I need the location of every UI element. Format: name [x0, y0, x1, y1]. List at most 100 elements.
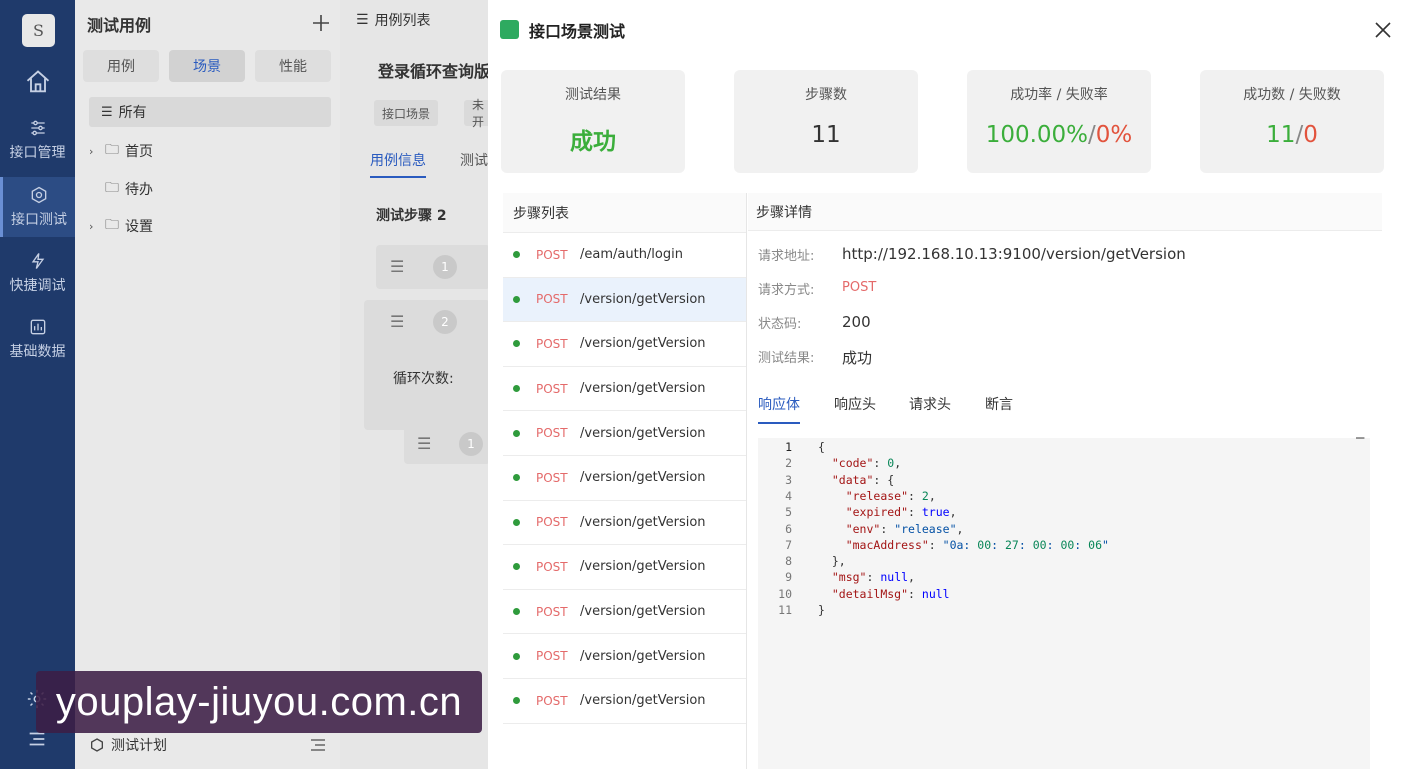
step-number: 1	[459, 432, 483, 456]
home-icon[interactable]	[24, 68, 52, 96]
hexagon-icon	[31, 186, 47, 204]
list-icon: ☰	[101, 104, 113, 120]
status-dot	[513, 608, 520, 616]
code-line: {	[818, 440, 825, 454]
step-method: POST	[536, 559, 568, 574]
test-result: 成功	[842, 349, 873, 367]
status-label: 状态码:	[758, 317, 802, 332]
tree-node-label: 设置	[125, 219, 153, 235]
chevron-right-icon[interactable]: ›	[89, 145, 99, 158]
step-row[interactable]: POST/version/getVersion	[503, 367, 746, 412]
line-number: 2	[785, 456, 792, 471]
step-row[interactable]: POST/version/getVersion	[503, 411, 746, 456]
step-method: POST	[536, 604, 568, 619]
code-line: "data": {	[831, 472, 895, 487]
segment-scenes[interactable]: 场景	[169, 50, 245, 82]
close-icon[interactable]	[1374, 21, 1392, 39]
success-count: 11	[1266, 122, 1296, 148]
drag-handle-icon[interactable]: ☰	[390, 312, 404, 331]
step-method: POST	[536, 649, 568, 664]
tab-response-headers[interactable]: 响应头	[834, 394, 876, 414]
stat-test-result: 测试结果 成功	[501, 70, 685, 173]
tree-node-all[interactable]: ☰ 所有	[89, 97, 331, 127]
code-line: "env": "release",	[845, 521, 964, 536]
code-line: },	[818, 554, 846, 569]
segment-performance[interactable]: 性能	[255, 50, 331, 82]
folder-icon: 🗀	[105, 217, 119, 233]
line-number: 3	[785, 472, 792, 487]
nav-item-base-data[interactable]: 基础数据	[0, 309, 75, 369]
status-dot	[513, 652, 520, 660]
line-number: 10	[778, 586, 792, 601]
lightning-icon	[31, 253, 44, 269]
code-line: "msg": null,	[831, 570, 915, 585]
loop-step-card[interactable]	[364, 300, 490, 430]
nav-item-label: 接口测试	[11, 212, 67, 228]
request-method: POST	[842, 280, 877, 295]
stat-value: 成功	[570, 129, 616, 155]
folder-icon: 🗀	[105, 142, 119, 158]
code-line: "detailMsg": null	[831, 586, 950, 601]
drag-handle-icon[interactable]: ☰	[390, 257, 404, 276]
left-nav: S 接口管理 接口测试 快捷调试 基础数据	[0, 0, 75, 769]
response-code-editor[interactable]: — 1 {2 "code": 0, 3 "data": {4 "release": …	[758, 430, 1370, 769]
step-row[interactable]: POST/version/getVersion	[503, 545, 746, 590]
step-path: /version/getVersion	[580, 336, 706, 352]
status-dot	[513, 385, 520, 393]
code-line: "expired": true,	[845, 505, 957, 520]
chevron-right-icon[interactable]: ›	[89, 220, 99, 233]
step-path: /version/getVersion	[580, 381, 706, 397]
case-title: 登录循环查询版	[378, 62, 491, 81]
tree-node-label: 首页	[125, 144, 153, 160]
scene-icon	[500, 20, 519, 39]
step-method: POST	[536, 381, 568, 396]
tree-node-settings[interactable]: › 🗀 设置	[89, 211, 153, 241]
step-path: /version/getVersion	[580, 425, 706, 441]
tab-test[interactable]: 测试	[460, 150, 488, 170]
step-row[interactable]: POST/version/getVersion	[503, 456, 746, 501]
code-line: }	[818, 603, 825, 617]
loop-count-label: 循环次数:	[393, 371, 454, 387]
sliders-icon	[30, 120, 45, 136]
tab-assertions[interactable]: 断言	[985, 394, 1013, 414]
step-method: POST	[536, 292, 568, 307]
collapse-list-icon[interactable]	[310, 738, 326, 752]
nav-item-api-test[interactable]: 接口测试	[0, 177, 75, 237]
tree-node-home[interactable]: › 🗀 首页	[89, 136, 153, 166]
line-number: 8	[785, 554, 792, 569]
status-dot	[513, 474, 520, 482]
status-dot	[513, 429, 520, 437]
line-number: 7	[785, 537, 792, 552]
step-row[interactable]: POST/version/getVersion	[503, 590, 746, 635]
nav-item-label: 基础数据	[9, 344, 66, 360]
step-row[interactable]: POST/version/getVersion	[503, 679, 746, 724]
breadcrumb[interactable]: ☰ 用例列表	[356, 10, 431, 30]
tab-response-body[interactable]: 响应体	[758, 394, 800, 424]
success-rate: 100.00%	[985, 122, 1089, 148]
step-row[interactable]: POST/version/getVersion	[503, 322, 746, 367]
plus-icon[interactable]	[311, 13, 331, 33]
collapse-icon[interactable]: —	[1356, 430, 1364, 446]
step-row[interactable]: POST/version/getVersion	[503, 277, 746, 323]
step-path: /version/getVersion	[580, 559, 706, 575]
test-plan-footer[interactable]: 测试计划	[75, 730, 340, 760]
tree-node-todo[interactable]: 🗀 待办	[89, 174, 153, 204]
drag-handle-icon[interactable]: ☰	[417, 434, 431, 453]
tab-case-info[interactable]: 用例信息	[370, 150, 426, 178]
tab-request-headers[interactable]: 请求头	[909, 394, 951, 414]
avatar[interactable]: S	[22, 14, 55, 47]
step-row[interactable]: POST/eam/auth/login	[503, 233, 746, 278]
tree-node-label: 所有	[118, 105, 147, 121]
nav-item-quick-debug[interactable]: 快捷调试	[0, 243, 75, 303]
nav-item-api-manage[interactable]: 接口管理	[0, 110, 75, 170]
status-dot	[513, 340, 520, 348]
step-row[interactable]: POST/version/getVersion	[503, 634, 746, 679]
line-number: 11	[778, 603, 792, 617]
line-number: 6	[785, 521, 792, 536]
segment-cases[interactable]: 用例	[83, 50, 159, 82]
step-row[interactable]: POST/version/getVersion	[503, 501, 746, 546]
code-line: "release": 2,	[845, 488, 936, 503]
drawer-title: 接口场景测试	[529, 22, 626, 41]
case-editor-background: ☰ 用例列表 登录循环查询版 接口场景 未开 用例信息 测试 测试步骤 2 ☰ …	[340, 0, 493, 769]
tree-node-label: 待办	[125, 182, 153, 198]
